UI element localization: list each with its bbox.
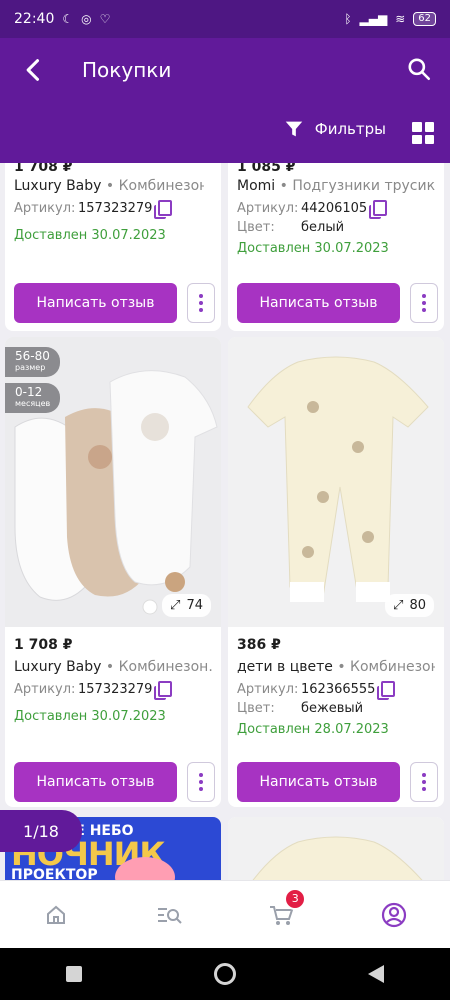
app-header: 22:40 ☾ ◎ ♡ ᛒ ▂▄▆ ≋ 62 Покупки Фильтры (0, 0, 450, 163)
color-value: бежевый (301, 701, 364, 716)
recent-apps-icon[interactable] (66, 966, 82, 982)
product-name: Комбинезон... (350, 659, 435, 675)
cart-badge: 3 (284, 887, 307, 910)
product-card[interactable]: 1 708 ₽ Luxury Baby • Комбинезон... Арти… (5, 163, 221, 331)
photo-count-badge[interactable]: ⤢ 80 (385, 594, 434, 617)
system-navigation-bar (0, 948, 450, 1000)
copy-icon[interactable] (154, 681, 173, 700)
grid-view-icon[interactable] (412, 122, 434, 144)
more-options-button[interactable] (410, 283, 438, 323)
product-image[interactable]: 56-80 размер 0-12 месяцев ⤢ 74 (5, 337, 221, 627)
size-tag: 56-80 размер (5, 347, 60, 377)
article-value: 157323279 (78, 681, 153, 697)
article-label: Артикул: (237, 681, 299, 697)
age-tag-label: месяцев (15, 399, 51, 408)
product-name-separator: • (337, 659, 351, 675)
delivery-status: Доставлен 28.07.2023 (237, 722, 389, 737)
color-label: Цвет: (237, 701, 275, 716)
product-card[interactable]: 56-80 размер 0-12 месяцев ⤢ 74 1 708 ₽ L… (5, 337, 221, 807)
system-back-icon[interactable] (368, 965, 384, 983)
product-name: Подгузники трусик... (292, 178, 435, 194)
product-brand: Luxury Baby (14, 178, 102, 194)
onesie-photo (228, 817, 444, 880)
status-bar: 22:40 ☾ ◎ ♡ ᛒ ▂▄▆ ≋ 62 (0, 0, 450, 38)
product-card[interactable]: 1 085 ₽ Momi • Подгузники трусик... Арти… (228, 163, 444, 331)
photo-count: 74 (186, 598, 203, 613)
delivery-status: Доставлен 30.07.2023 (237, 241, 389, 256)
product-brand: Momi (237, 178, 276, 194)
product-image[interactable]: ⤢ 80 (228, 337, 444, 627)
signal-icon: ▂▄▆ (359, 12, 388, 26)
more-options-button[interactable] (187, 762, 215, 802)
bluetooth-icon: ᛒ (344, 12, 352, 26)
delivery-status: Доставлен 30.07.2023 (14, 709, 166, 724)
bottom-navigation: 3 (0, 880, 450, 948)
size-tag-label: размер (15, 363, 46, 372)
profile-icon[interactable] (379, 900, 409, 930)
back-arrow-icon[interactable] (20, 56, 48, 84)
product-name-separator: • (105, 659, 119, 675)
status-right-icons: ᛒ ▂▄▆ ≋ 62 (344, 12, 436, 26)
search-icon[interactable] (406, 56, 432, 82)
article-value: 162366555 (301, 681, 376, 697)
heart-icon: ♡ (99, 12, 111, 26)
expand-icon: ⤢ (393, 598, 404, 613)
more-options-button[interactable] (187, 283, 215, 323)
size-tag-value: 56-80 (15, 349, 50, 363)
product-price: 1 085 ₽ (237, 163, 296, 175)
product-name-separator: • (279, 178, 293, 194)
wifi-icon: ≋ (395, 12, 406, 26)
article-value: 157323279 (78, 200, 153, 216)
copy-icon[interactable] (369, 200, 388, 219)
product-card[interactable] (228, 817, 444, 880)
filters-label: Фильтры (314, 120, 386, 138)
banner-text-sub: ПРОЕКТОР (11, 867, 98, 880)
age-tag-value: 0-12 (15, 385, 43, 399)
moon-icon: ☾ (62, 12, 74, 26)
color-value: белый (301, 220, 345, 235)
home-button-icon[interactable] (214, 963, 236, 985)
age-tag: 0-12 месяцев (5, 383, 61, 413)
article-label: Артикул: (14, 681, 76, 697)
expand-icon: ⤢ (170, 598, 181, 613)
write-review-button[interactable]: Написать отзыв (14, 283, 177, 323)
status-time: 22:40 (14, 11, 55, 27)
status-left-icons: ☾ ◎ ♡ (62, 12, 110, 26)
write-review-button[interactable]: Написать отзыв (237, 762, 400, 802)
product-name: Комбинезон... (118, 178, 204, 194)
home-icon[interactable] (41, 900, 71, 930)
write-review-button[interactable]: Написать отзыв (237, 283, 400, 323)
article-label: Артикул: (14, 200, 76, 216)
copy-icon[interactable] (377, 681, 396, 700)
app-notification-icon: ◎ (81, 12, 92, 26)
product-name: Комбинезон... (118, 659, 212, 675)
filters-button[interactable]: Фильтры (283, 118, 386, 140)
cart-icon[interactable]: 3 (266, 887, 307, 930)
article-value: 44206105 (301, 200, 368, 216)
page-indicator: 1/18 (0, 810, 82, 852)
product-price: 386 ₽ (237, 637, 281, 653)
purchases-list[interactable]: 1 708 ₽ Luxury Baby • Комбинезон... Арти… (0, 163, 450, 880)
copy-icon[interactable] (154, 200, 173, 219)
product-brand: Luxury Baby (14, 659, 102, 675)
page-title: Покупки (82, 58, 172, 82)
onesie-photo (228, 337, 444, 627)
product-price: 1 708 ₽ (14, 163, 73, 175)
filter-funnel-icon (285, 121, 303, 137)
product-card[interactable]: ⤢ 80 386 ₽ дети в цвете • Комбинезон... … (228, 337, 444, 807)
product-name-separator: • (105, 178, 119, 194)
more-options-button[interactable] (410, 762, 438, 802)
article-label: Артикул: (237, 200, 299, 216)
delivery-status: Доставлен 30.07.2023 (14, 228, 166, 243)
catalog-search-icon[interactable] (154, 900, 184, 930)
baby-clothes-photo (5, 337, 221, 627)
product-brand: дети в цвете (237, 659, 333, 675)
product-price: 1 708 ₽ (14, 637, 73, 653)
photo-count-badge[interactable]: ⤢ 74 (162, 594, 211, 617)
battery-icon: 62 (413, 12, 436, 26)
photo-count: 80 (409, 598, 426, 613)
color-label: Цвет: (237, 220, 275, 235)
write-review-button[interactable]: Написать отзыв (14, 762, 177, 802)
